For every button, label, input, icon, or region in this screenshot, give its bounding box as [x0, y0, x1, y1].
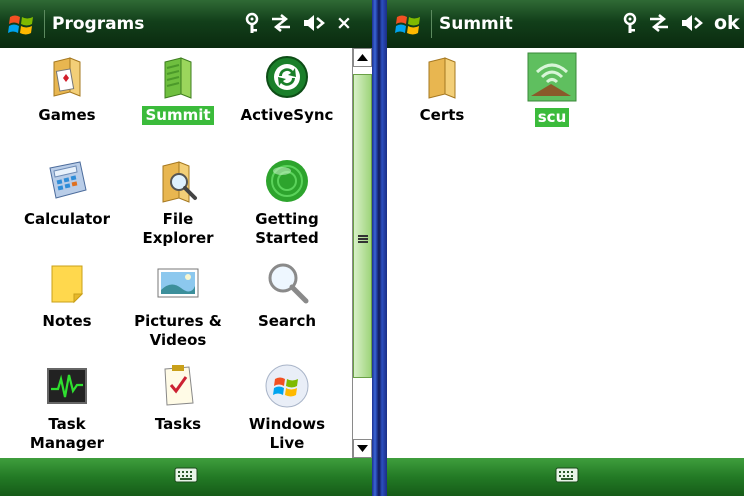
programs-window: Programs × Games Summit ActiveSync Calcu…: [0, 0, 372, 496]
speaker-off-icon[interactable]: [680, 13, 704, 33]
pictures-videos-icon: [155, 260, 201, 306]
program-label: Calculator: [24, 210, 110, 228]
certs-folder-icon: [419, 54, 465, 100]
connectivity-icon[interactable]: [648, 13, 670, 33]
program-item-getting-started[interactable]: Getting Started: [232, 158, 342, 248]
arrow-down-icon: [357, 445, 368, 452]
summit-window: Summit ok Certs scu: [387, 0, 744, 496]
windows-live-icon: [264, 363, 310, 409]
program-label: Summit: [142, 106, 214, 125]
grip-icon: [358, 235, 368, 237]
vertical-scrollbar[interactable]: [352, 48, 372, 458]
program-item-search[interactable]: Search: [232, 260, 342, 331]
softkey-bar: [0, 458, 372, 496]
start-button[interactable]: [393, 8, 425, 40]
scroll-down-button[interactable]: [353, 439, 372, 458]
program-item-file-explorer[interactable]: File Explorer: [123, 158, 233, 248]
speaker-off-icon[interactable]: [302, 13, 326, 33]
task-manager-icon: [44, 363, 90, 409]
ok-button[interactable]: ok: [714, 11, 740, 35]
window-divider: [372, 0, 387, 496]
program-label: Notes: [42, 312, 92, 330]
window-title: Summit: [439, 14, 513, 34]
scroll-up-button[interactable]: [353, 48, 372, 67]
program-item-summit[interactable]: Summit: [123, 54, 233, 125]
title-bar: Summit ok: [387, 0, 744, 48]
program-item-pictures-videos[interactable]: Pictures & Videos: [123, 260, 233, 350]
title-bar: Programs ×: [0, 0, 372, 48]
softkey-bar: [387, 458, 744, 496]
folder-item-certs[interactable]: Certs: [387, 54, 497, 125]
program-item-task-manager[interactable]: Task Manager: [12, 363, 122, 453]
program-label: Tasks: [154, 415, 202, 433]
program-label: Getting Started: [255, 210, 319, 247]
connectivity-icon[interactable]: [270, 13, 292, 33]
status-area: ok: [622, 11, 740, 35]
keyboard-icon[interactable]: [555, 466, 579, 484]
folder-label: Certs: [419, 106, 465, 124]
program-item-activesync[interactable]: ActiveSync: [232, 54, 342, 125]
program-label: Pictures & Videos: [134, 312, 222, 349]
windows-flag-icon: [8, 15, 33, 35]
folder-contents: Certs scu: [387, 48, 744, 458]
program-item-windows-live[interactable]: Windows Live: [232, 363, 342, 453]
keyboard-icon[interactable]: [174, 466, 198, 484]
calculator-icon: [44, 158, 90, 204]
games-folder-icon: [44, 54, 90, 100]
status-area: ×: [244, 11, 352, 35]
getting-started-icon: [264, 158, 310, 204]
search-icon: [264, 260, 310, 306]
program-label: Games: [38, 106, 96, 124]
program-item-games[interactable]: Games: [12, 54, 122, 125]
program-label: Search: [257, 312, 317, 330]
folder-item-scu[interactable]: scu: [497, 52, 607, 127]
title-separator: [44, 10, 45, 38]
windows-flag-icon: [395, 15, 420, 35]
file-explorer-icon: [155, 158, 201, 204]
summit-folder-icon: [155, 54, 201, 100]
program-grid: Games Summit ActiveSync Calculator File …: [0, 48, 372, 458]
start-button[interactable]: [6, 8, 38, 40]
antenna-icon[interactable]: [244, 12, 260, 34]
program-item-tasks[interactable]: Tasks: [123, 363, 233, 434]
program-label: Windows Live: [248, 415, 326, 452]
tasks-icon: [155, 363, 201, 409]
arrow-up-icon: [357, 54, 368, 61]
scu-app-icon: [527, 52, 577, 102]
window-title: Programs: [52, 14, 145, 34]
activesync-icon: [264, 54, 310, 100]
antenna-icon[interactable]: [622, 12, 638, 34]
folder-label: scu: [534, 108, 570, 127]
program-label: ActiveSync: [240, 106, 334, 124]
program-label: Task Manager: [29, 415, 105, 452]
scroll-thumb[interactable]: [353, 74, 372, 378]
title-separator: [431, 10, 432, 38]
notes-icon: [44, 260, 90, 306]
program-label: File Explorer: [142, 210, 214, 247]
program-item-notes[interactable]: Notes: [12, 260, 122, 331]
program-item-calculator[interactable]: Calculator: [12, 158, 122, 229]
close-button[interactable]: ×: [336, 11, 352, 35]
